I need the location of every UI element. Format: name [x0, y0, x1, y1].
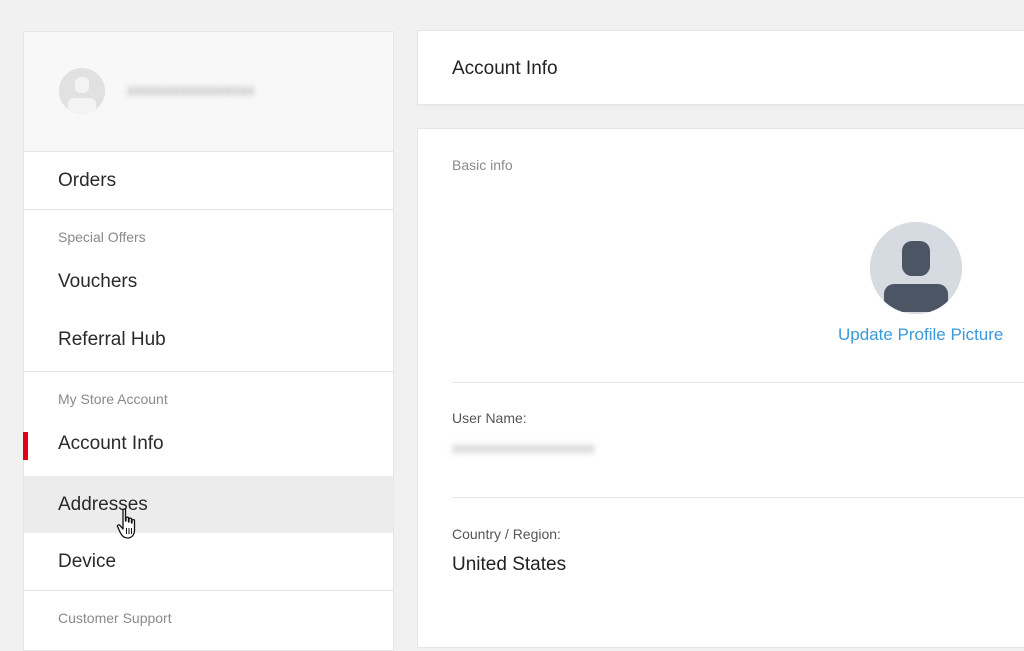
- profile-header: xxxxxxxxxxxxxxxxx: [24, 32, 393, 152]
- page-header: Account Info: [417, 30, 1024, 105]
- special-offers-section: Special Offers Vouchers Referral Hub: [24, 210, 393, 372]
- divider: [452, 382, 1024, 383]
- user-avatar-icon: [59, 68, 105, 114]
- country-region-value: United States: [452, 554, 567, 575]
- page-title: Account Info: [452, 58, 558, 79]
- sidebar-item-account-info[interactable]: Account Info: [23, 419, 393, 476]
- hand-cursor-icon: [116, 508, 136, 539]
- sidebar-item-referral-hub[interactable]: Referral Hub: [24, 315, 393, 371]
- sidebar-item-vouchers[interactable]: Vouchers: [24, 257, 393, 315]
- account-sidebar: xxxxxxxxxxxxxxxxx Orders Special Offers …: [23, 31, 394, 651]
- profile-name-redacted: xxxxxxxxxxxxxxxxx: [127, 82, 255, 99]
- special-offers-heading: Special Offers: [58, 229, 146, 245]
- customer-support-section: Customer Support: [24, 591, 393, 638]
- user-name-value-redacted: xxxxxxxxxxxxxxxxxxx: [452, 440, 595, 457]
- sidebar-item-addresses[interactable]: Addresses: [24, 476, 393, 533]
- update-profile-picture-link[interactable]: Update Profile Picture: [838, 325, 1003, 345]
- orders-section: Orders: [24, 152, 393, 210]
- my-store-account-heading: My Store Account: [58, 391, 168, 407]
- sidebar-item-device[interactable]: Device: [24, 533, 393, 590]
- account-info-panel: Basic info Update Profile Picture User N…: [417, 128, 1024, 648]
- customer-support-heading: Customer Support: [58, 610, 172, 626]
- basic-info-label: Basic info: [452, 157, 513, 173]
- divider: [452, 497, 1024, 498]
- my-store-account-section: My Store Account Account Info Addresses …: [23, 372, 393, 591]
- profile-picture-icon[interactable]: [870, 222, 962, 314]
- user-name-label: User Name:: [452, 410, 527, 426]
- sidebar-item-orders[interactable]: Orders: [24, 152, 393, 209]
- country-region-label: Country / Region:: [452, 526, 561, 542]
